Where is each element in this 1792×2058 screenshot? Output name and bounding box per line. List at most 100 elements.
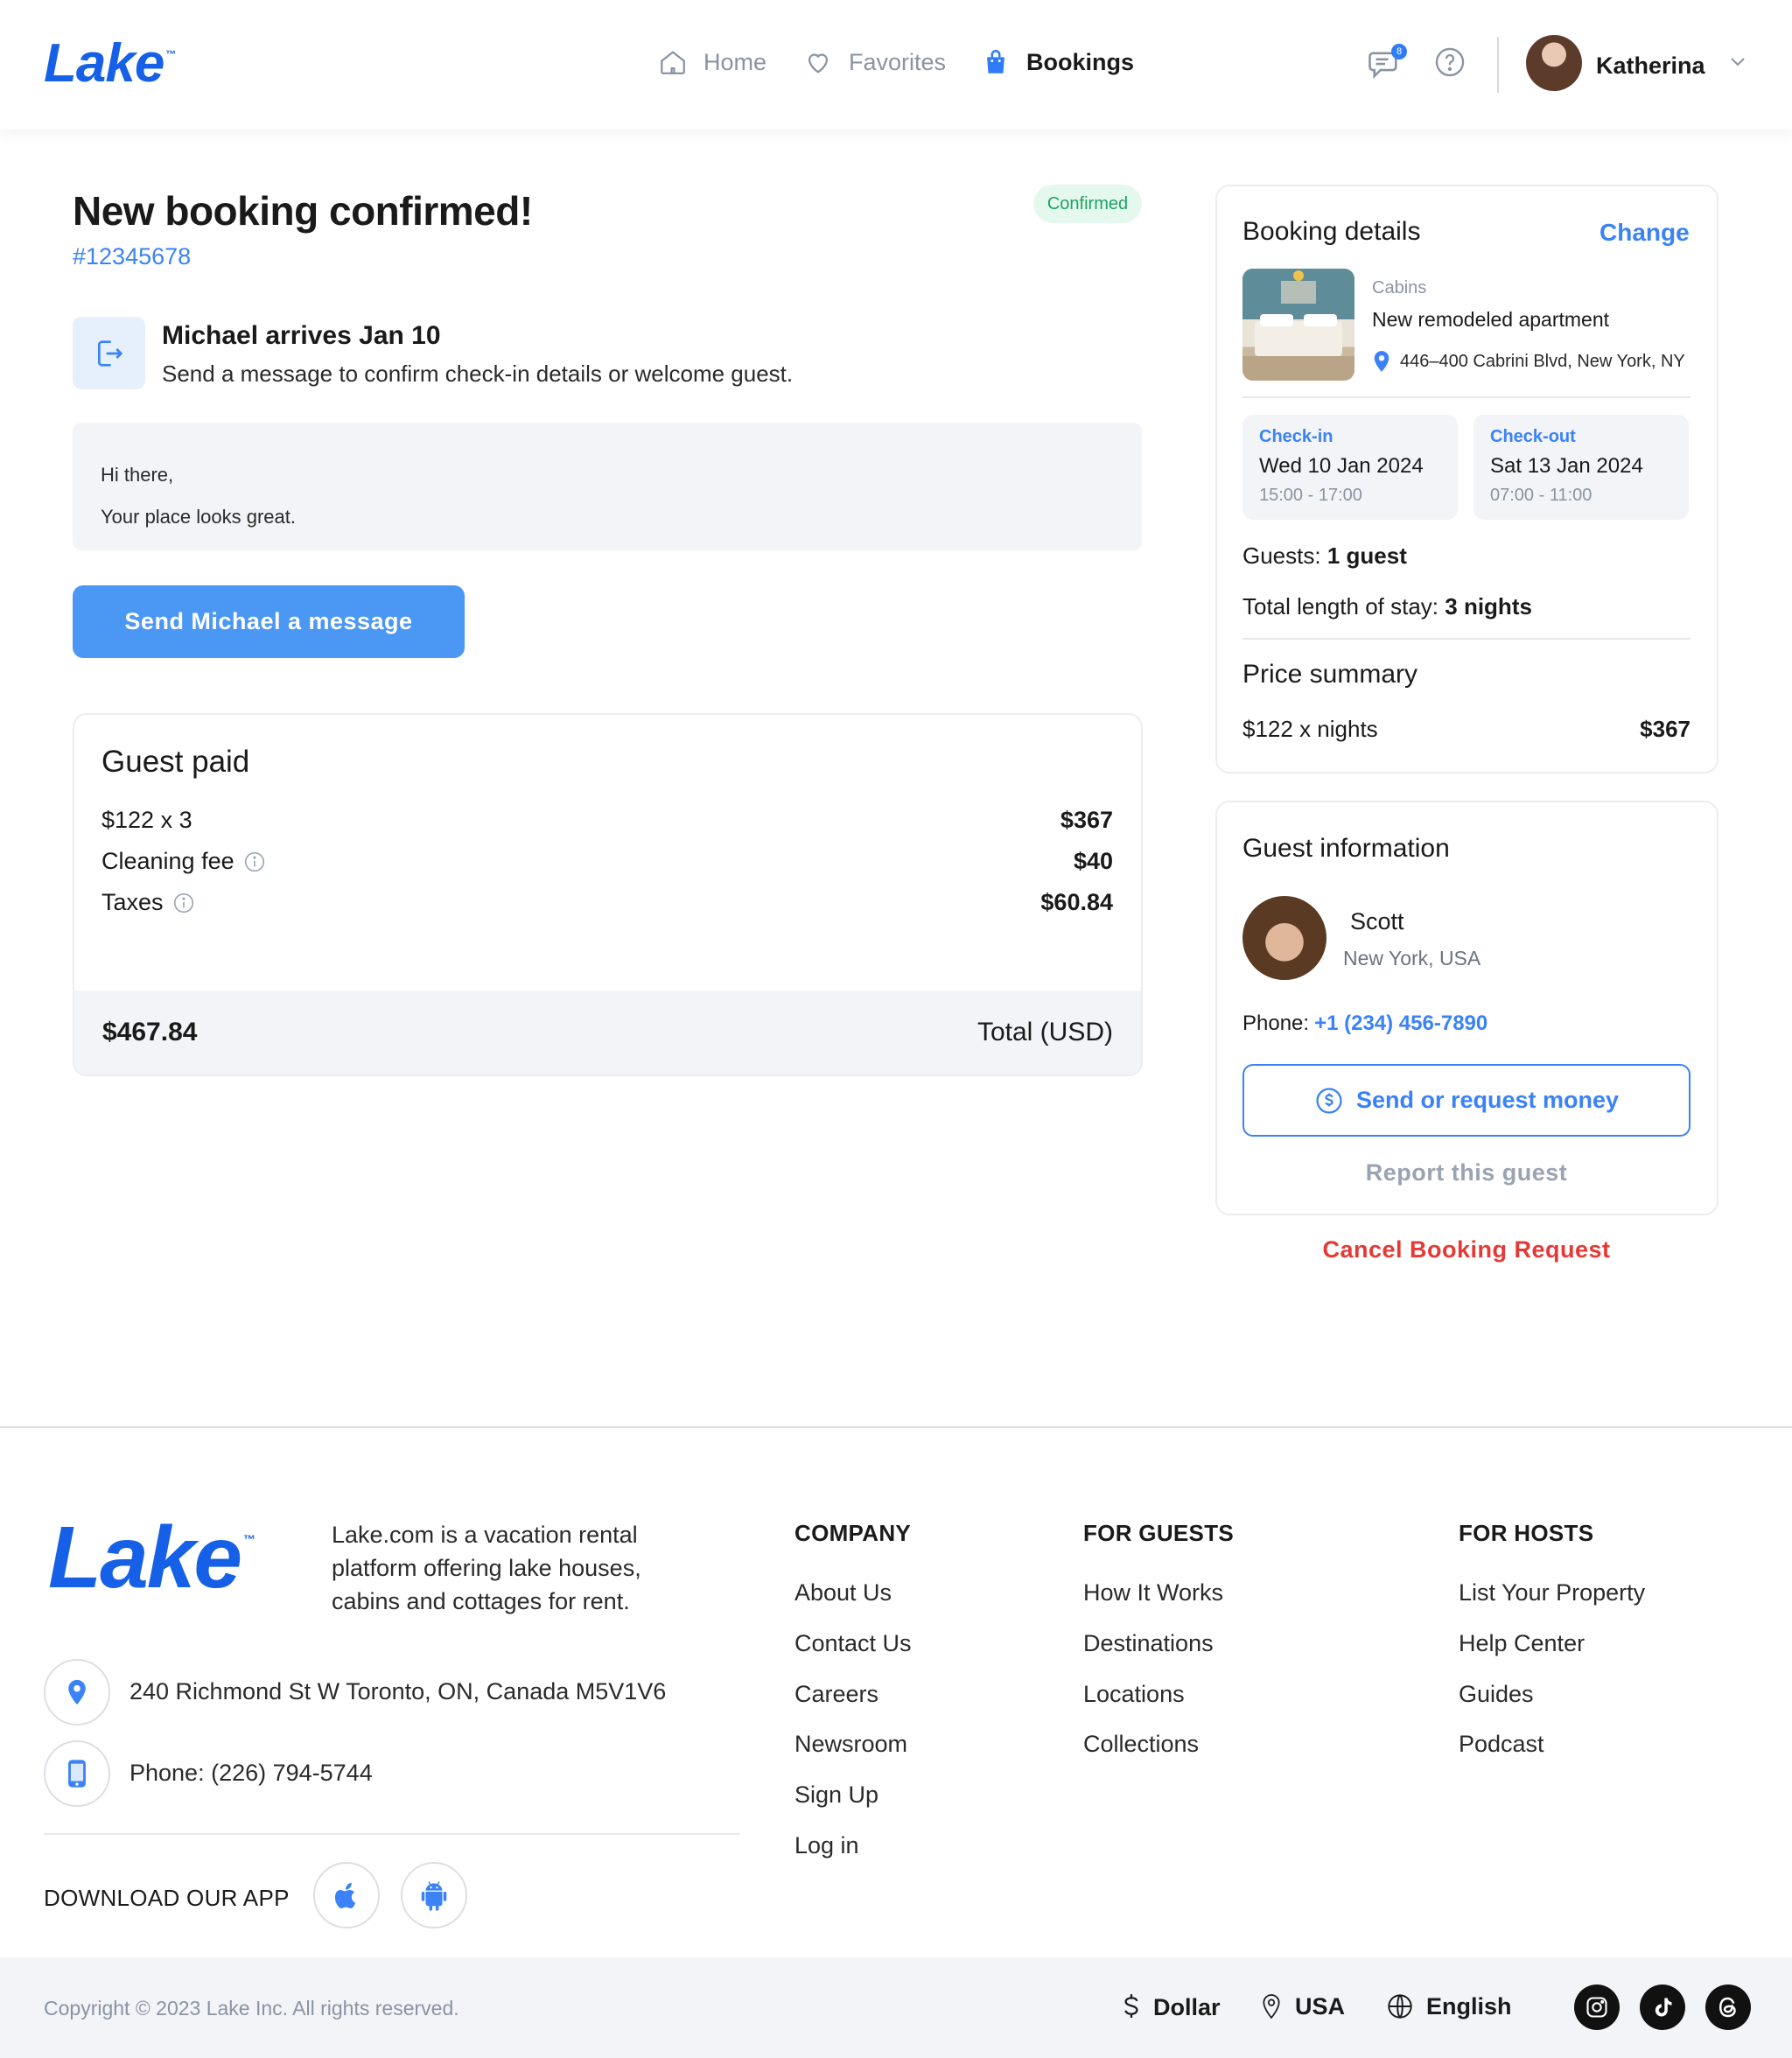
footer-link-signup[interactable]: Sign Up xyxy=(794,1782,878,1809)
listing-category: Cabins xyxy=(1372,278,1427,298)
guests-count: Guests: 1 guest xyxy=(1242,542,1407,569)
home-icon xyxy=(658,47,688,77)
booking-details-title: Booking details xyxy=(1242,217,1421,246)
footer-link-about[interactable]: About Us xyxy=(794,1579,892,1606)
divider xyxy=(44,1833,739,1835)
guest-paid-card: Guest paid $122 x 3 $367 Cleaning fee $4… xyxy=(73,713,1143,1076)
bag-icon xyxy=(981,47,1011,77)
message-line: Hi there, xyxy=(101,464,174,486)
guest-location: New York, USA xyxy=(1343,947,1481,970)
report-guest-link[interactable]: Report this guest xyxy=(1242,1159,1690,1186)
stay-length: Total length of stay: 3 nights xyxy=(1242,593,1532,620)
footer-hosts-heading: FOR HOSTS xyxy=(1459,1520,1594,1546)
chevron-down-icon[interactable] xyxy=(1729,56,1746,68)
send-request-money-button[interactable]: Send or request money xyxy=(1242,1064,1690,1137)
guest-name: Scott xyxy=(1350,908,1404,934)
top-header: Lake ™ Home Favorites Bookings 8 Katherin… xyxy=(0,0,1792,130)
footer-link-newsroom[interactable]: Newsroom xyxy=(794,1731,907,1758)
listing-thumbnail[interactable] xyxy=(1242,269,1354,381)
location-pin-icon xyxy=(1260,1992,1283,2020)
language-selector[interactable]: English xyxy=(1386,1992,1512,2020)
booking-id: #12345678 xyxy=(73,243,192,270)
dollar-icon xyxy=(1122,1992,1141,2022)
logo[interactable]: Lake ™ xyxy=(44,37,176,91)
footer-link-destinations[interactable]: Destinations xyxy=(1083,1630,1214,1657)
apple-icon xyxy=(332,1879,361,1912)
nav-bookings[interactable]: Bookings xyxy=(981,47,1134,77)
message-count-badge: 8 xyxy=(1391,44,1407,60)
currency-selector[interactable]: Dollar xyxy=(1122,1992,1221,2022)
location-pin-icon xyxy=(44,1659,110,1726)
arrival-title: Michael arrives Jan 10 xyxy=(162,321,441,350)
footer-link-locations[interactable]: Locations xyxy=(1083,1681,1185,1708)
divider xyxy=(1242,396,1690,398)
location-pin-icon xyxy=(1372,350,1391,373)
country-selector[interactable]: USA xyxy=(1260,1992,1345,2020)
change-link[interactable]: Change xyxy=(1600,219,1690,247)
cancel-booking-link[interactable]: Cancel Booking Request xyxy=(1216,1236,1717,1264)
dollar-icon xyxy=(1314,1086,1344,1116)
listing-name[interactable]: New remodeled apartment xyxy=(1372,308,1609,332)
price-summary-title: Price summary xyxy=(1242,660,1418,689)
footer-link-guides[interactable]: Guides xyxy=(1459,1681,1534,1708)
tiktok-icon[interactable] xyxy=(1640,1984,1685,2030)
download-app-label: DOWNLOAD OUR APP xyxy=(44,1885,290,1911)
phone-link[interactable]: +1 (234) 456-7890 xyxy=(1314,1012,1488,1035)
user-name[interactable]: Katherina xyxy=(1596,52,1705,80)
guest-phone: Phone: +1 (234) 456-7890 xyxy=(1242,1012,1488,1035)
heart-icon xyxy=(803,47,833,77)
guest-avatar[interactable] xyxy=(1242,896,1326,980)
footer-link-list-property[interactable]: List Your Property xyxy=(1459,1579,1645,1606)
android-store-button[interactable] xyxy=(401,1862,467,1928)
total-row: $467.84 Total (USD) xyxy=(74,990,1141,1074)
page-title: New booking confirmed! xyxy=(73,188,533,234)
info-icon[interactable] xyxy=(172,892,195,914)
paid-row: Cleaning fee $40 xyxy=(102,848,1113,874)
avatar[interactable] xyxy=(1526,35,1582,91)
total-label: Total (USD) xyxy=(976,1018,1113,1046)
footer-divider xyxy=(0,1426,1792,1428)
info-icon[interactable] xyxy=(243,850,266,873)
header-divider xyxy=(1497,37,1499,93)
footer-link-contact[interactable]: Contact Us xyxy=(794,1630,912,1657)
guest-information-title: Guest information xyxy=(1242,834,1450,863)
footer-company-heading: COMPANY xyxy=(794,1520,912,1546)
footer-link-login[interactable]: Log in xyxy=(794,1832,859,1859)
nav-favorites[interactable]: Favorites xyxy=(803,47,946,77)
checkout-box: Check-out Sat 13 Jan 2024 07:00 - 11:00 xyxy=(1474,415,1689,520)
message-textarea[interactable]: Hi there, Your place looks great. xyxy=(73,423,1142,550)
globe-icon xyxy=(1386,1992,1414,2020)
paid-row: $122 x 3 $367 xyxy=(102,807,1113,833)
footer-phone: Phone: (226) 794-5744 xyxy=(130,1760,373,1786)
apple-store-button[interactable] xyxy=(313,1862,380,1928)
help-icon[interactable] xyxy=(1433,46,1466,79)
footer-link-how-it-works[interactable]: How It Works xyxy=(1083,1579,1223,1606)
android-icon xyxy=(419,1879,449,1912)
price-row: $122 x nights $367 xyxy=(1242,716,1690,742)
footer-link-careers[interactable]: Careers xyxy=(794,1681,878,1708)
paid-row: Taxes $60.84 xyxy=(102,889,1113,915)
footer-link-collections[interactable]: Collections xyxy=(1083,1731,1199,1758)
arrival-subtitle: Send a message to confirm check-in detai… xyxy=(162,360,794,387)
nav-home[interactable]: Home xyxy=(658,47,766,77)
arrival-icon-box xyxy=(73,317,145,389)
phone-icon xyxy=(44,1740,110,1807)
checkin-box: Check-in Wed 10 Jan 2024 15:00 - 17:00 xyxy=(1242,415,1458,520)
footer-link-help-center[interactable]: Help Center xyxy=(1459,1630,1585,1657)
footer-logo[interactable]: Lake ™ xyxy=(48,1514,256,1601)
instagram-icon[interactable] xyxy=(1574,1984,1620,2030)
copyright: Copyright © 2023 Lake Inc. All rights re… xyxy=(44,1997,459,2020)
divider xyxy=(1242,638,1690,640)
status-badge: Confirmed xyxy=(1033,185,1142,223)
footer-description: Lake.com is a vacation rental platform o… xyxy=(332,1522,641,1614)
listing-address: 446–400 Cabrini Blvd, New York, NY xyxy=(1372,350,1685,373)
footer-address: 240 Richmond St W Toronto, ON, Canada M5… xyxy=(130,1678,667,1704)
guest-paid-title: Guest paid xyxy=(102,745,250,779)
total-amount: $467.84 xyxy=(102,1018,198,1046)
send-message-button[interactable]: Send Michael a message xyxy=(73,585,465,658)
footer-link-podcast[interactable]: Podcast xyxy=(1459,1731,1544,1758)
login-icon xyxy=(92,336,127,371)
message-line: Your place looks great. xyxy=(101,506,296,528)
footer-guests-heading: FOR GUESTS xyxy=(1083,1520,1235,1546)
threads-icon[interactable] xyxy=(1705,1984,1751,2030)
